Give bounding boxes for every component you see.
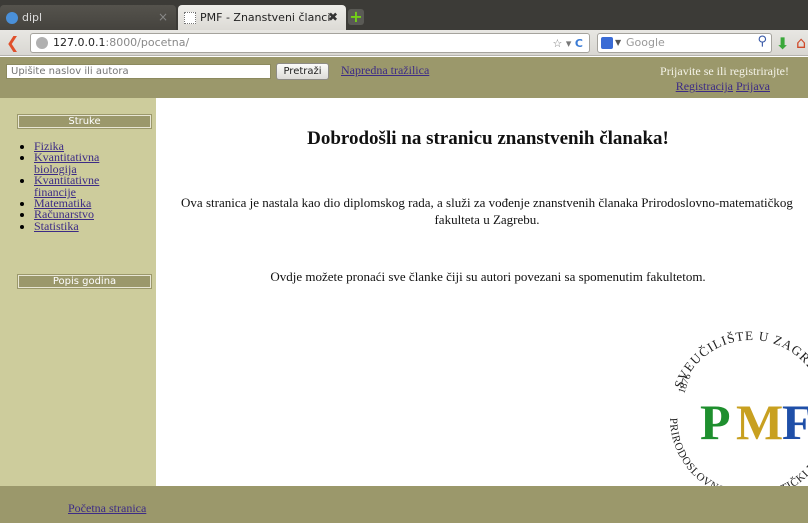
site-identity-icon[interactable]	[36, 37, 48, 49]
intro-paragraph: Ova stranica je nastala kao dio diplomsk…	[166, 194, 808, 228]
firefox-icon	[6, 11, 18, 24]
browser-tab-strip: dipl × PMF - Znanstveni članci ✖ +	[0, 0, 808, 30]
search-engine-icon[interactable]	[601, 37, 613, 49]
download-arrow-icon[interactable]: ⬇	[776, 34, 789, 53]
sidebar-item-statistika[interactable]: Statistika	[34, 219, 79, 233]
sidebar: Struke Fizika Kvantitativna biologija Kv…	[0, 98, 156, 486]
auth-links: Registracija Prijava	[676, 79, 770, 94]
close-icon[interactable]: ×	[158, 10, 168, 24]
page-title: Dobrodošli na stranicu znanstvenih člana…	[307, 128, 669, 149]
page-icon	[184, 11, 196, 24]
tab-label: dipl	[22, 11, 43, 24]
years-heading: Popis godina	[17, 274, 152, 289]
url-host: 127.0.0.1	[53, 36, 106, 49]
new-tab-icon[interactable]: +	[348, 9, 364, 25]
sidebar-item-kvantitativna-biologija[interactable]: Kvantitativna biologija	[34, 150, 99, 175]
search-icon[interactable]: ⚲	[757, 33, 767, 51]
close-icon[interactable]: ✖	[328, 10, 338, 24]
authors-paragraph: Ovdje možete pronaći sve članke čiji su …	[270, 269, 706, 284]
list-item: Kvantitativna biologija	[34, 150, 144, 175]
main-content: Dobrodošli na stranicu znanstvenih člana…	[156, 98, 808, 486]
home-icon[interactable]: ⌂	[796, 33, 806, 52]
back-arrow-icon[interactable]: ❮	[6, 34, 24, 52]
search-placeholder: Google	[626, 36, 665, 49]
navigation-bar: ❮ 127.0.0.1:8000/pocetna/ ☆ ▾ C ▼ Google…	[0, 30, 808, 56]
logo-letter-p: P	[700, 394, 731, 450]
url-bar[interactable]: 127.0.0.1:8000/pocetna/ ☆ ▾ C	[30, 33, 590, 53]
fields-list: Fizika Kvantitativna biologija Kvantitat…	[34, 140, 144, 233]
home-page-link[interactable]: Početna stranica	[68, 501, 146, 516]
search-input[interactable]	[6, 64, 271, 79]
list-item: Statistika	[34, 219, 144, 233]
chevron-down-icon[interactable]: ▼	[615, 34, 621, 52]
search-button[interactable]: Pretraži	[276, 63, 329, 80]
page-footer: Početna stranica	[0, 486, 808, 523]
advanced-search-link[interactable]: Napredna tražilica	[341, 63, 429, 78]
url-path: :8000/pocetna/	[105, 36, 190, 49]
page-header: Pretraži Napredna tražilica Prijavite se…	[0, 57, 808, 98]
tab-pmf[interactable]: PMF - Znanstveni članci ✖	[178, 5, 346, 30]
logo-letter-f: F	[782, 394, 808, 450]
tab-dipl[interactable]: dipl ×	[0, 5, 176, 30]
reload-icon[interactable]: C	[575, 37, 583, 50]
register-link[interactable]: Registracija	[676, 79, 733, 93]
list-item: Kvantitativne financije	[34, 173, 144, 198]
intro-text: Ova stranica je nastala kao dio diplomsk…	[181, 195, 793, 227]
fields-heading: Struke	[17, 114, 152, 129]
pmf-seal-icon: SVEUČILIŠTE U ZAGREBU PRIRODOSLOVNO - MA…	[659, 321, 808, 486]
browser-search-bar[interactable]: ▼ Google ⚲	[597, 33, 772, 53]
tab-label: PMF - Znanstveni članci	[200, 11, 331, 24]
pmf-logo: SVEUČILIŠTE U ZAGREBU PRIRODOSLOVNO - MA…	[656, 318, 808, 486]
url-controls: ☆ ▾ C	[552, 37, 583, 50]
login-link[interactable]: Prijava	[736, 79, 770, 93]
login-prompt: Prijavite se ili registrirajte!	[660, 64, 789, 78]
logo-letter-m: M	[736, 394, 783, 450]
sidebar-item-kvantitativne-financije[interactable]: Kvantitativne financije	[34, 173, 99, 198]
